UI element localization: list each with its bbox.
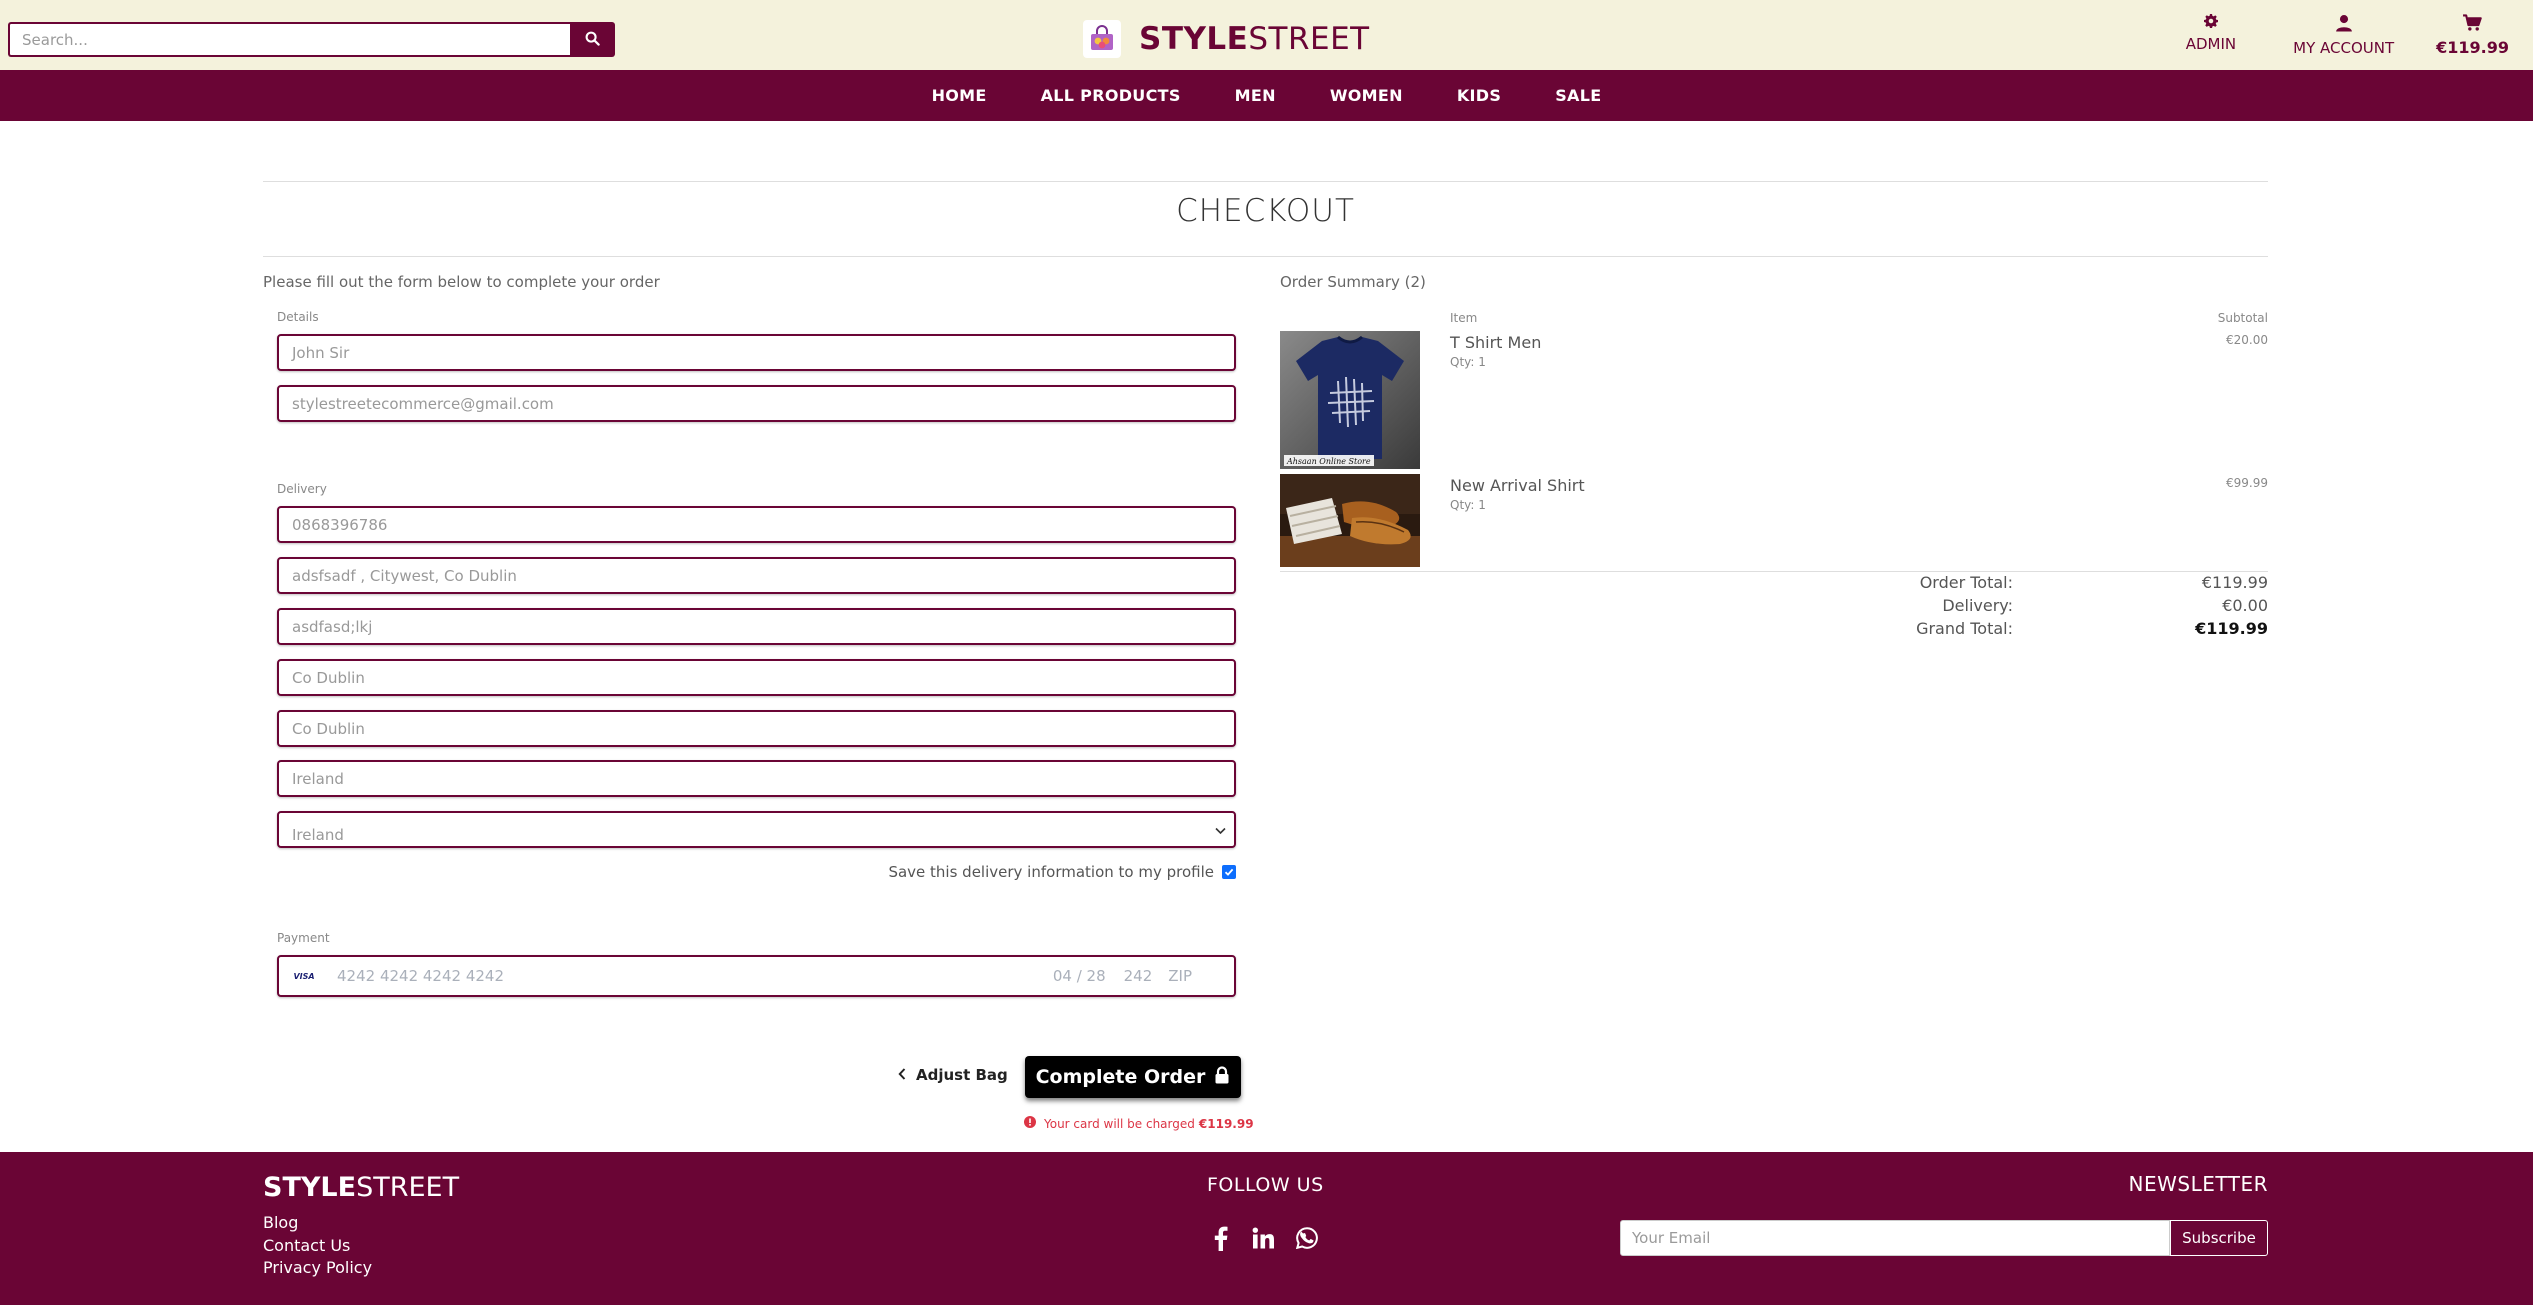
newsletter-email-input[interactable] xyxy=(1620,1220,2170,1256)
product-subtotal: €20.00 xyxy=(2226,333,2268,347)
form-intro: Please fill out the form below to comple… xyxy=(263,273,660,291)
footer-link-blog[interactable]: Blog xyxy=(263,1213,298,1232)
adjust-bag-label: Adjust Bag xyxy=(916,1066,1008,1084)
grand-total-label: Grand Total: xyxy=(1916,619,2013,638)
order-summary-title: Order Summary (2) xyxy=(1280,273,1426,291)
page-title: CHECKOUT xyxy=(1176,193,1355,229)
product-qty: Qty: 1 xyxy=(1450,498,1486,512)
follow-us-heading: FOLLOW US xyxy=(1207,1174,1324,1196)
product-image-tshirt[interactable]: Ahsaan Online Store xyxy=(1280,331,1420,469)
divider xyxy=(263,256,2268,257)
main-nav: HOME ALL PRODUCTS MEN WOMEN KIDS SALE xyxy=(0,70,2533,121)
nav-home[interactable]: HOME xyxy=(932,86,987,105)
nav-all-products[interactable]: ALL PRODUCTS xyxy=(1041,86,1181,105)
charge-note-text: Your card will be charged xyxy=(1044,1116,1195,1131)
chevron-down-icon xyxy=(1215,821,1226,839)
country-select[interactable]: Ireland xyxy=(277,811,1236,848)
email-field[interactable]: stylestreetecommerce@gmail.com xyxy=(277,385,1236,422)
country-value: Ireland xyxy=(292,825,344,844)
header-links: ADMIN MY ACCOUNT €119.99 xyxy=(2186,14,2509,57)
order-total-value: €119.99 xyxy=(2201,573,2268,592)
visa-icon: VISA xyxy=(293,971,315,981)
search-button[interactable] xyxy=(570,22,615,57)
image-caption: Ahsaan Online Store xyxy=(1286,457,1371,466)
brand-logo-link[interactable]: STYLESTREET xyxy=(1083,20,1370,58)
town-field[interactable]: Co Dublin xyxy=(277,659,1236,696)
save-info-checkbox[interactable] xyxy=(1222,865,1236,879)
nav-men[interactable]: MEN xyxy=(1235,86,1276,105)
footer-brand[interactable]: STYLESTREET xyxy=(263,1172,459,1203)
whatsapp-icon[interactable] xyxy=(1291,1222,1323,1254)
nav-kids[interactable]: KIDS xyxy=(1457,86,1501,105)
top-header: STYLESTREET ADMIN MY ACCOUNT €119.99 xyxy=(0,0,2533,70)
grand-total-value: €119.99 xyxy=(2195,619,2268,638)
street-address2-field[interactable]: asdfasd;lkj xyxy=(277,608,1236,645)
product-qty: Qty: 1 xyxy=(1450,355,1486,369)
card-expiry-input[interactable]: 04 / 28 xyxy=(1053,967,1106,985)
product-name: New Arrival Shirt xyxy=(1450,476,1585,495)
phone-field[interactable]: 0868396786 xyxy=(277,506,1236,543)
exclamation-circle-icon xyxy=(1024,1116,1036,1131)
details-label: Details xyxy=(277,310,319,324)
footer: STYLESTREET Blog Contact Us Privacy Poli… xyxy=(0,1152,2533,1305)
footer-link-contact[interactable]: Contact Us xyxy=(263,1236,350,1255)
linkedin-icon[interactable] xyxy=(1247,1222,1279,1254)
order-total-label: Order Total: xyxy=(1919,573,2013,592)
brand-name: STYLESTREET xyxy=(1139,21,1370,57)
charge-warning: Your card will be charged €119.99 xyxy=(1024,1116,1254,1131)
postcode-field[interactable]: Ireland xyxy=(277,760,1236,797)
item-column-header: Item xyxy=(1450,311,1478,325)
street-address1-field[interactable]: adsfsadf , Citywest, Co Dublin xyxy=(277,557,1236,594)
subtotal-column-header: Subtotal xyxy=(2217,311,2268,325)
bag-total: €119.99 xyxy=(2436,38,2509,57)
facebook-icon[interactable] xyxy=(1205,1222,1237,1254)
my-account-label: MY ACCOUNT xyxy=(2293,39,2395,57)
complete-order-label: Complete Order xyxy=(1035,1066,1206,1088)
county-field[interactable]: Co Dublin xyxy=(277,710,1236,747)
full-name-field[interactable]: John Sir xyxy=(277,334,1236,371)
divider xyxy=(263,181,2268,182)
card-zip-input[interactable]: ZIP xyxy=(1168,967,1192,985)
payment-label: Payment xyxy=(277,931,330,945)
save-info-row: Save this delivery information to my pro… xyxy=(888,863,1236,881)
brand-logo-icon xyxy=(1083,20,1121,58)
delivery-cost-label: Delivery: xyxy=(1942,596,2013,615)
gear-icon xyxy=(2203,14,2219,32)
delivery-label: Delivery xyxy=(277,482,327,496)
lock-icon xyxy=(1214,1065,1230,1089)
delivery-cost-value: €0.00 xyxy=(2222,596,2268,615)
card-element[interactable]: VISA 4242 4242 4242 4242 04 / 28 242 ZIP xyxy=(277,955,1236,997)
search-icon xyxy=(585,31,600,49)
charge-amount: €119.99 xyxy=(1198,1116,1254,1131)
footer-link-privacy[interactable]: Privacy Policy xyxy=(263,1258,372,1277)
my-account-link[interactable]: MY ACCOUNT xyxy=(2293,14,2394,57)
product-subtotal: €99.99 xyxy=(2226,476,2268,490)
card-cvc-input[interactable]: 242 xyxy=(1124,967,1153,985)
shopping-cart-icon xyxy=(2463,14,2482,35)
product-name: T Shirt Men xyxy=(1450,333,1542,352)
admin-label: ADMIN xyxy=(2185,35,2237,53)
divider xyxy=(1280,571,2268,572)
subscribe-button[interactable]: Subscribe xyxy=(2170,1220,2268,1256)
newsletter-form: Subscribe xyxy=(1620,1220,2268,1256)
nav-women[interactable]: WOMEN xyxy=(1330,86,1403,105)
save-info-label: Save this delivery information to my pro… xyxy=(888,863,1214,881)
newsletter-heading: NEWSLETTER xyxy=(2128,1172,2268,1196)
admin-link[interactable]: ADMIN xyxy=(2186,14,2236,57)
nav-sale[interactable]: SALE xyxy=(1555,86,1601,105)
user-icon xyxy=(2335,14,2353,36)
complete-order-button[interactable]: Complete Order xyxy=(1025,1056,1241,1098)
search-input[interactable] xyxy=(8,22,570,57)
search-form xyxy=(8,22,615,57)
shopping-bag-link[interactable]: €119.99 xyxy=(2436,14,2509,57)
chevron-left-icon xyxy=(898,1066,906,1084)
product-image-shirt[interactable] xyxy=(1280,474,1420,567)
card-number-input[interactable]: 4242 4242 4242 4242 xyxy=(337,967,1053,985)
adjust-bag-link[interactable]: Adjust Bag xyxy=(898,1066,1008,1084)
